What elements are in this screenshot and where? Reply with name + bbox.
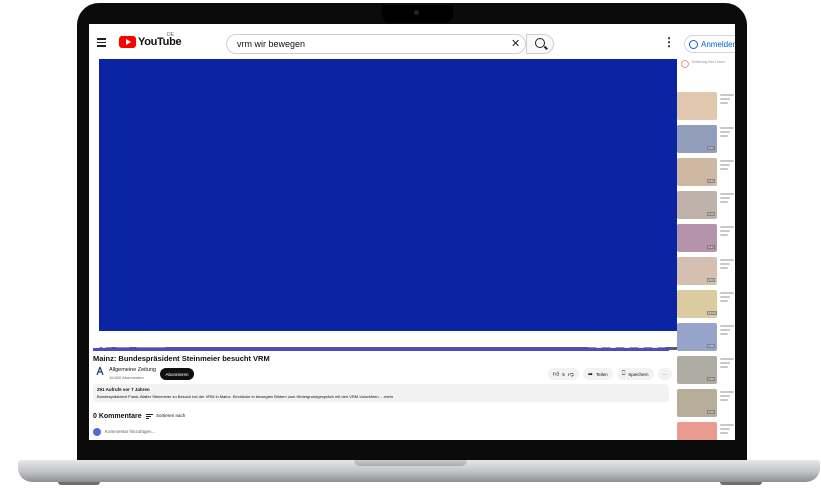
video-meta-placeholder: [720, 226, 734, 238]
search-input[interactable]: vrm wir bewegen ✕: [226, 34, 526, 54]
video-duration: 10:00: [707, 311, 717, 315]
description-text: Bundespräsident Frank-Walter Steinmeier …: [97, 394, 394, 399]
channel-subscriber-count: 19.800 Abonnenten: [109, 375, 144, 380]
video-duration: 5:16: [707, 212, 715, 216]
signin-button[interactable]: Anmelden: [684, 35, 735, 53]
video-meta-placeholder: [720, 193, 734, 205]
search-query[interactable]: vrm wir bewegen: [237, 39, 305, 49]
video-meta-placeholder: [720, 94, 734, 106]
recommended-video[interactable]: 3:41: [677, 158, 735, 188]
comments-count: 0 Kommentare: [93, 413, 142, 420]
video-player[interactable]: [99, 59, 677, 350]
share-button[interactable]: ➦ Teilen: [582, 368, 613, 380]
signin-label: Anmelden: [701, 39, 735, 49]
autoplay-icon[interactable]: [596, 342, 602, 348]
sort-button[interactable]: Sortieren nach: [156, 413, 185, 418]
laptop-opening-groove: [354, 460, 467, 466]
more-options-icon[interactable]: ⋮: [663, 36, 675, 48]
more-actions-button[interactable]: ···: [657, 368, 673, 380]
more-actions-label: ···: [662, 371, 668, 377]
page-progress-bar: [93, 348, 669, 351]
video-meta-placeholder: [720, 160, 734, 172]
video-meta-placeholder: [720, 325, 734, 337]
video-meta-placeholder: [720, 292, 734, 304]
video-duration: 4:47: [707, 245, 715, 249]
laptop-foot-right: [720, 482, 762, 485]
video-title: Mainz: Bundespräsident Steinmeier besuch…: [93, 354, 270, 363]
comment-input[interactable]: Kommentar hinzufügen...: [105, 429, 155, 434]
video-meta-placeholder: [720, 127, 734, 139]
promo-text[interactable]: Erfahrung fürs Leben: [692, 60, 734, 65]
channel-avatar[interactable]: [95, 366, 105, 376]
video-action-bar: 👍︎ 5 👎︎ ➦ Teilen ⎕ Speichern ···: [548, 368, 673, 380]
recommended-video[interactable]: 4:50: [677, 356, 735, 386]
recommended-video[interactable]: 10:00: [677, 290, 735, 320]
search-icon: [535, 38, 545, 48]
recommended-video[interactable]: 2:53: [677, 257, 735, 287]
bookmark-icon: ⎕: [621, 370, 626, 377]
menu-icon[interactable]: [97, 38, 106, 47]
clear-search-icon[interactable]: ✕: [511, 38, 520, 50]
recommended-video[interactable]: [677, 92, 735, 122]
video-duration: 9:22: [707, 410, 715, 414]
logo-text: YouTube: [138, 36, 182, 48]
like-dislike-button[interactable]: 👍︎ 5 👎︎: [548, 368, 579, 380]
theater-icon[interactable]: [638, 342, 644, 348]
user-avatar: [93, 428, 101, 436]
camera-icon: [414, 10, 419, 15]
video-meta-placeholder: [720, 424, 734, 436]
laptop-screen: YouTube DE vrm wir bewegen ✕ ⋮ Anmelden …: [89, 24, 735, 440]
youtube-header: YouTube DE vrm wir bewegen ✕ ⋮ Anmelden: [89, 24, 735, 58]
recommendations-sidebar: Erfahrung fürs Leben 3:01 3:41 5:16 4:47 2:5…: [677, 58, 735, 440]
recommended-video[interactable]: 2:58: [677, 323, 735, 353]
share-icon: ➦: [587, 371, 593, 378]
video-duration: 2:53: [707, 278, 715, 282]
video-thumbnail[interactable]: [677, 92, 717, 120]
video-meta-placeholder: [720, 391, 734, 403]
thumbs-down-icon[interactable]: 👎︎: [568, 370, 574, 378]
recommended-video[interactable]: 5:16: [677, 191, 735, 221]
account-icon: [689, 39, 698, 49]
like-count: 5: [562, 371, 565, 377]
search-button[interactable]: [526, 34, 554, 54]
video-duration: 4:50: [707, 377, 715, 381]
save-label: Speichern: [628, 371, 649, 377]
settings-icon[interactable]: [624, 342, 630, 348]
promo-icon: [681, 60, 689, 68]
recommended-video[interactable]: 4:47: [677, 224, 735, 254]
video-duration: 3:01: [707, 146, 715, 150]
subscribe-button[interactable]: Abonnieren: [160, 368, 194, 380]
sort-icon[interactable]: [146, 414, 153, 419]
video-meta-placeholder: [720, 259, 734, 271]
description-box[interactable]: 291 Aufrufe vor 7 Jahren Bundespräsident…: [93, 384, 669, 402]
video-meta-placeholder: [720, 358, 734, 370]
subtitles-icon[interactable]: [610, 342, 616, 348]
recommended-video[interactable]: 3:01: [677, 125, 735, 155]
youtube-play-logo-icon: [119, 36, 136, 48]
region-code: DE: [167, 32, 174, 38]
channel-name[interactable]: Allgemeine Zeitung: [109, 367, 156, 373]
share-label: Teilen: [595, 371, 608, 377]
view-count-and-date: 291 Aufrufe vor 7 Jahren: [97, 387, 150, 392]
recommended-video[interactable]: 9:22: [677, 389, 735, 419]
video-duration: 2:58: [707, 344, 715, 348]
save-button[interactable]: ⎕ Speichern: [616, 368, 654, 380]
laptop-foot-left: [58, 482, 100, 485]
recommended-video[interactable]: [677, 422, 735, 440]
video-thumbnail[interactable]: [677, 422, 717, 440]
fullscreen-icon[interactable]: [652, 342, 658, 348]
thumbs-up-icon[interactable]: 👍︎: [553, 370, 559, 378]
video-duration: 3:41: [707, 179, 715, 183]
